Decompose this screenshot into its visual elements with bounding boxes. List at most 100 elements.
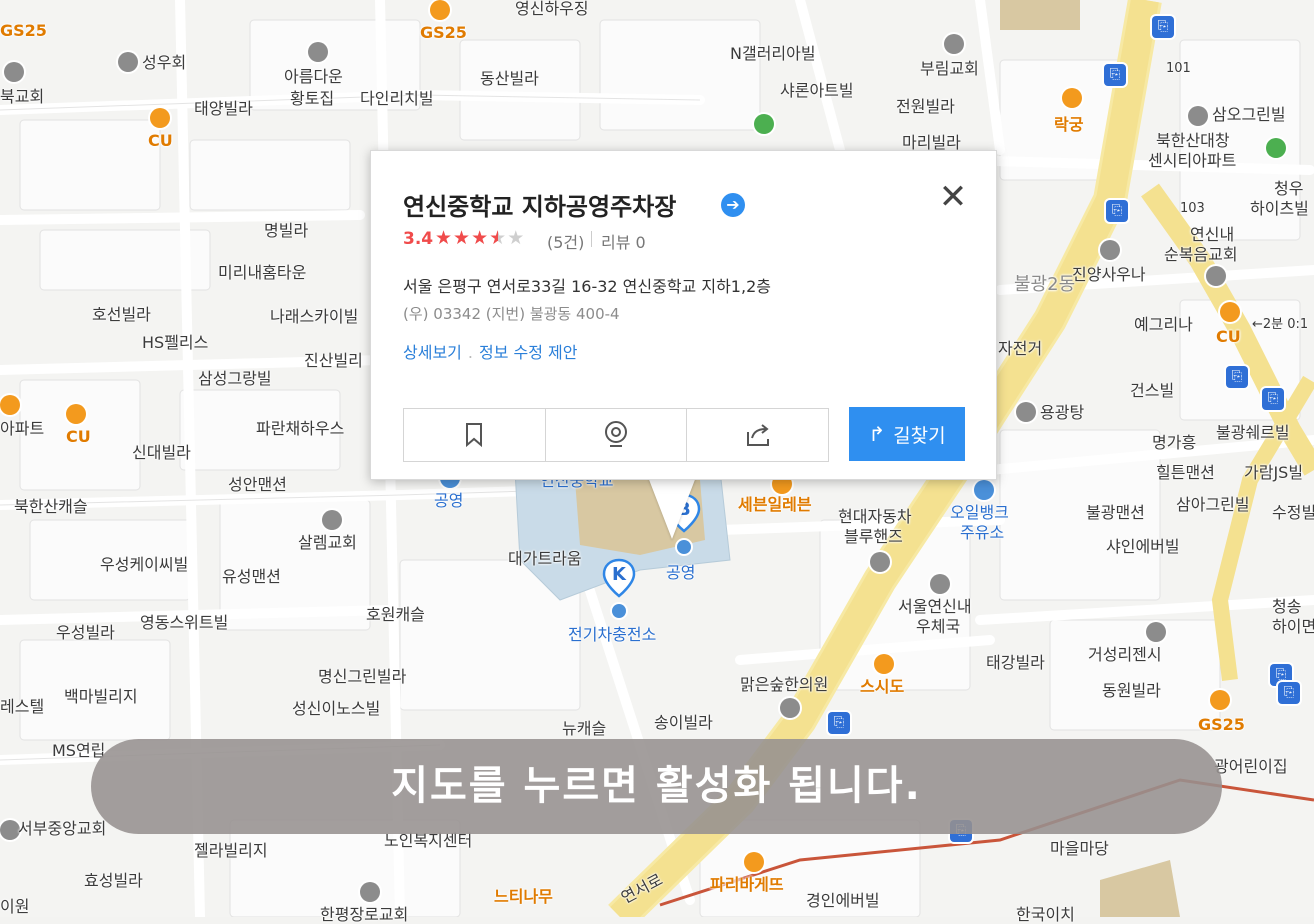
- bus-stop-icon[interactable]: ⎘: [828, 712, 850, 734]
- map-label: 맑은숲한의원: [740, 675, 829, 694]
- map-label: 한평장로교회: [320, 905, 409, 924]
- bus-stop-icon[interactable]: ⎘: [1262, 388, 1284, 410]
- map-label: 영동스위트빌: [140, 613, 229, 632]
- map-label: 락궁: [1054, 115, 1084, 134]
- popup-tail: [648, 477, 696, 539]
- map-label: 성우회: [142, 53, 187, 72]
- map-label: 예그리나: [1134, 315, 1193, 334]
- map-label: 이원: [0, 897, 30, 916]
- directions-icon: ↱: [868, 422, 886, 446]
- postal-lot-address: (우) 03342 (지번) 불광동 400-4: [403, 305, 620, 323]
- bus-stop-icon[interactable]: ⎘: [1278, 682, 1300, 704]
- map-label: 태양빌라: [194, 99, 253, 118]
- map-label: 성안맨션: [228, 475, 287, 494]
- map-label: CU: [148, 131, 173, 150]
- detail-link[interactable]: 상세보기: [403, 343, 462, 362]
- map-label: 명빌라: [264, 221, 309, 240]
- church-icon: [322, 510, 342, 530]
- map-label: HS펠리스: [142, 333, 209, 352]
- map-label: 느티나무: [494, 887, 553, 906]
- rating-value: 3.4: [403, 229, 434, 249]
- map-label: 진산빌리: [304, 351, 363, 370]
- map-label: 나래스카이빌: [270, 307, 359, 326]
- map-label: 전원빌라: [896, 97, 955, 116]
- map-label: 미리내홈타운: [218, 263, 307, 282]
- close-icon[interactable]: ✕: [937, 180, 969, 214]
- share-button[interactable]: [687, 409, 828, 461]
- map-label: 블루핸즈: [844, 527, 903, 546]
- building-icon: [118, 52, 138, 72]
- map-label: 살렘교회: [298, 533, 357, 552]
- map-label: 오일뱅크: [950, 503, 1009, 522]
- directions-label: 길찾기: [893, 424, 946, 447]
- map-label: 현대자동차: [838, 507, 912, 526]
- map-label: 성신이노스빌: [292, 699, 381, 718]
- map-label: 파란채하우스: [256, 419, 345, 438]
- map-label: 광어린이집: [1214, 757, 1288, 776]
- map-label: 명신그린빌라: [318, 667, 407, 686]
- rating-count[interactable]: (5건): [547, 229, 584, 253]
- map-label: 레스텔: [0, 697, 45, 716]
- post-office-icon: [930, 574, 950, 594]
- convenience-store-icon: [0, 395, 20, 415]
- building-icon: [1188, 106, 1208, 126]
- map-label: 북교회: [0, 87, 45, 106]
- map-label: 거성리젠시: [1088, 645, 1162, 664]
- map-label: 노인복지센터: [384, 831, 473, 850]
- convenience-store-icon: [66, 404, 86, 424]
- map-label: 샤론아트빌: [780, 81, 854, 100]
- map-label: 센시티아파트: [1148, 151, 1237, 170]
- marker-k-letter: K: [612, 564, 626, 585]
- bus-stop-icon[interactable]: ⎘: [1152, 16, 1174, 38]
- map-label: 101: [1166, 61, 1191, 76]
- bus-stop-icon[interactable]: ⎘: [1106, 200, 1128, 222]
- map-label: 자전거: [998, 339, 1043, 358]
- park-icon: [1266, 138, 1286, 158]
- map-label: 불광쉐르빌: [1216, 423, 1290, 442]
- activate-map-banner[interactable]: 지도를 누르면 활성화 됩니다.: [91, 739, 1222, 834]
- bookmark-button[interactable]: [404, 409, 546, 461]
- place-title[interactable]: 연신중학교 지하공영주차장: [403, 187, 676, 222]
- map-label: 샤인에버빌: [1106, 537, 1180, 556]
- review-count[interactable]: 리뷰 0: [601, 229, 646, 253]
- parking-dot-icon: [677, 540, 691, 554]
- bus-stop-icon[interactable]: ⎘: [1104, 64, 1126, 86]
- roadview-button[interactable]: [546, 409, 688, 461]
- convenience-store-icon: [150, 108, 170, 128]
- convenience-store-icon: [430, 0, 450, 20]
- map-label: GS25: [0, 21, 47, 40]
- marker-k-name: 전기차충전소: [568, 625, 657, 644]
- go-detail-arrow-icon[interactable]: ➔: [721, 193, 745, 217]
- edit-suggest-link[interactable]: 정보 수정 제안: [479, 343, 578, 362]
- map-label: 다인리치빌: [360, 89, 434, 108]
- share-icon: [746, 424, 769, 446]
- map-label: 하이츠빌: [1250, 199, 1309, 218]
- map-label: 주유소: [960, 523, 1005, 542]
- place-info-popup: 연신중학교 지하공영주차장 ➔ ✕ 3.4 ★★★★★ (5건) 리뷰 0 서울…: [370, 150, 997, 480]
- map-label: 공영: [434, 491, 464, 510]
- ev-charger-icon: [612, 604, 626, 618]
- action-buttons: [403, 408, 829, 462]
- bakery-icon: [744, 852, 764, 872]
- bus-stop-icon[interactable]: ⎘: [1226, 366, 1248, 388]
- star-icon: ★: [453, 227, 472, 249]
- map-label: 호선빌라: [92, 305, 151, 324]
- convenience-store-icon: [1220, 302, 1240, 322]
- map-label: 효성빌라: [84, 871, 143, 890]
- map-label: 우성케이씨빌: [100, 555, 189, 574]
- gas-station-icon: [974, 480, 994, 500]
- map-label: 청우: [1274, 179, 1304, 198]
- map-label: CU: [1216, 327, 1241, 346]
- address: 서울 은평구 연서로33길 16-32 연신중학교 지하1,2층: [403, 277, 771, 296]
- map-label: 서부중앙교회: [18, 819, 107, 838]
- map-label: 하이면: [1272, 617, 1314, 636]
- star-icon: ★: [471, 227, 490, 249]
- map-label: 파리바게뜨: [710, 875, 784, 894]
- church-icon: [0, 820, 20, 840]
- map-label: 삼오그린빌: [1212, 105, 1286, 124]
- map-label: 순복음교회: [1164, 245, 1238, 264]
- directions-button[interactable]: ↱ 길찾기: [849, 407, 965, 461]
- church-icon: [360, 882, 380, 902]
- popup-links: 상세보기. 정보 수정 제안: [403, 339, 577, 363]
- map-label: 호원캐슬: [366, 605, 425, 624]
